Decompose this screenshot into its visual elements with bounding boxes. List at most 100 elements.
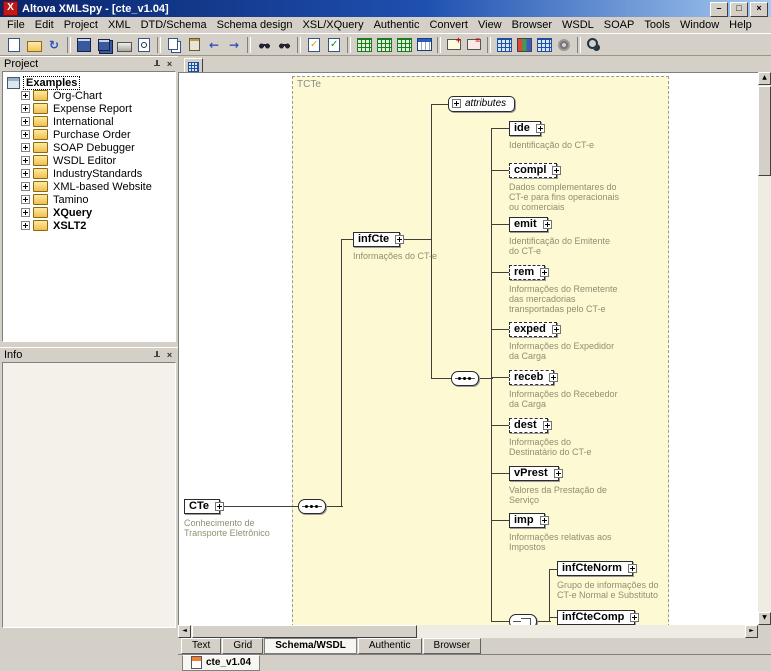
expand-children-button[interactable] <box>374 35 394 54</box>
menu-edit[interactable]: Edit <box>30 18 59 32</box>
undo-button[interactable]: ← <box>204 35 224 54</box>
copy-button[interactable] <box>164 35 184 54</box>
expand-icon[interactable] <box>552 325 561 334</box>
tree-item-xslt2[interactable]: XSLT2 <box>3 219 175 232</box>
expand-icon[interactable] <box>21 182 30 191</box>
collapse-children-button[interactable] <box>394 35 414 54</box>
expand-icon[interactable] <box>543 220 552 229</box>
schema-design-view-button[interactable] <box>514 35 534 54</box>
menu-authentic[interactable]: Authentic <box>369 18 425 32</box>
close-icon[interactable]: × <box>163 58 176 70</box>
schema-settings-button[interactable] <box>554 35 574 54</box>
vertical-scrollbar[interactable]: ▲ ▼ <box>758 72 771 625</box>
file-tab-cte-v1-04[interactable]: cte_v1.04 <box>182 655 260 671</box>
element-infCteNorm[interactable]: infCteNorm <box>557 561 633 576</box>
expand-icon[interactable] <box>395 235 404 244</box>
scroll-right-button[interactable]: ► <box>745 625 758 638</box>
expand-icon[interactable] <box>21 91 30 100</box>
print-button[interactable] <box>114 35 134 54</box>
display-all-globals-button[interactable] <box>534 35 554 54</box>
expand-icon[interactable] <box>21 104 30 113</box>
element-ide[interactable]: ide <box>509 121 541 136</box>
expand-icon[interactable] <box>215 502 224 511</box>
tab-authentic[interactable]: Authentic <box>358 638 422 654</box>
find-next-button[interactable] <box>274 35 294 54</box>
print-preview-button[interactable] <box>134 35 154 54</box>
maximize-button[interactable]: □ <box>730 2 748 17</box>
reload-button[interactable]: ↻ <box>44 35 64 54</box>
tree-item-xquery[interactable]: XQuery <box>3 206 175 219</box>
choice-compositor[interactable] <box>509 614 537 625</box>
sequence-compositor[interactable] <box>298 499 326 514</box>
tree-item-purchase-order[interactable]: Purchase Order <box>3 128 175 141</box>
scroll-left-button[interactable]: ◄ <box>178 625 191 638</box>
element-rem[interactable]: rem <box>509 265 545 280</box>
tree-item-tamino[interactable]: Tamino <box>3 193 175 206</box>
scroll-down-button[interactable]: ▼ <box>758 612 771 625</box>
expand-icon[interactable] <box>21 195 30 204</box>
save-button[interactable] <box>74 35 94 54</box>
expand-icon[interactable] <box>540 268 549 277</box>
attributes-box[interactable]: attributes <box>448 96 515 112</box>
expand-icon[interactable] <box>21 117 30 126</box>
pin-icon[interactable] <box>150 349 163 361</box>
element-exped[interactable]: exped <box>509 322 557 337</box>
minimize-button[interactable]: – <box>710 2 728 17</box>
menu-tools[interactable]: Tools <box>639 18 675 32</box>
menu-browser[interactable]: Browser <box>507 18 557 32</box>
menu-convert[interactable]: Convert <box>424 18 473 32</box>
close-icon[interactable]: × <box>163 349 176 361</box>
menu-xsl-xquery[interactable]: XSL/XQuery <box>297 18 368 32</box>
find-button[interactable] <box>254 35 274 54</box>
tree-item-industrystandards[interactable]: IndustryStandards <box>3 167 175 180</box>
element-dest[interactable]: dest <box>509 418 548 433</box>
expand-icon[interactable] <box>21 208 30 217</box>
scroll-up-button[interactable]: ▲ <box>758 72 771 85</box>
add-element-button[interactable] <box>444 35 464 54</box>
expand-icon[interactable] <box>21 143 30 152</box>
grid-view-button[interactable] <box>494 35 514 54</box>
add-attribute-button[interactable] <box>464 35 484 54</box>
tab-browser[interactable]: Browser <box>423 638 482 654</box>
menu-file[interactable]: File <box>2 18 30 32</box>
tree-item-expense-report[interactable]: Expense Report <box>3 102 175 115</box>
expand-icon[interactable] <box>549 373 558 382</box>
expand-icon[interactable] <box>452 99 461 108</box>
pin-icon[interactable] <box>150 58 163 70</box>
tab-grid[interactable]: Grid <box>222 638 263 654</box>
expand-icon[interactable] <box>21 221 30 230</box>
menu-soap[interactable]: SOAP <box>599 18 640 32</box>
menu-wsdl[interactable]: WSDL <box>557 18 599 32</box>
redo-button[interactable]: → <box>224 35 244 54</box>
expand-icon[interactable] <box>536 124 545 133</box>
element-CTe[interactable]: CTe <box>184 499 220 514</box>
menu-project[interactable]: Project <box>59 18 103 32</box>
check-wellformed-button[interactable] <box>304 35 324 54</box>
element-infCte[interactable]: infCte <box>353 232 400 247</box>
tab-text[interactable]: Text <box>181 638 221 654</box>
tree-item-international[interactable]: International <box>3 115 175 128</box>
horizontal-scroll-thumb[interactable] <box>192 625 417 638</box>
element-infCteComp[interactable]: infCteComp <box>557 610 635 625</box>
menu-window[interactable]: Window <box>675 18 724 32</box>
menu-view[interactable]: View <box>473 18 507 32</box>
validate-button[interactable] <box>324 35 344 54</box>
menu-schema-design[interactable]: Schema design <box>212 18 298 32</box>
sequence-compositor[interactable] <box>451 371 479 386</box>
pretty-print-button[interactable] <box>354 35 374 54</box>
menu-dtd-schema[interactable]: DTD/Schema <box>136 18 212 32</box>
tree-item-org-chart[interactable]: Org-Chart <box>3 89 175 102</box>
expand-icon[interactable] <box>21 156 30 165</box>
expand-icon[interactable] <box>628 564 637 573</box>
element-emit[interactable]: emit <box>509 217 548 232</box>
tab-schema-wsdl[interactable]: Schema/WSDL <box>264 638 357 654</box>
paste-button[interactable] <box>184 35 204 54</box>
expand-icon[interactable] <box>543 421 552 430</box>
close-button[interactable]: × <box>750 2 768 17</box>
new-document-button[interactable] <box>4 35 24 54</box>
tree-item-examples[interactable]: Examples <box>3 76 175 89</box>
expand-icon[interactable] <box>552 166 561 175</box>
menu-help[interactable]: Help <box>724 18 757 32</box>
tree-item-wsdl-editor[interactable]: WSDL Editor <box>3 154 175 167</box>
expand-icon[interactable] <box>540 516 549 525</box>
